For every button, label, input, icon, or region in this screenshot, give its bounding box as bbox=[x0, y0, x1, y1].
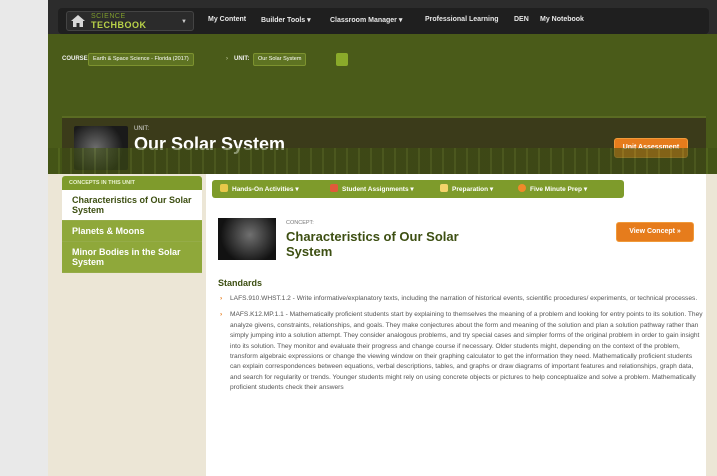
nav-my-content[interactable]: My Content bbox=[208, 16, 246, 23]
student-assignments-label: Student Assignments ▾ bbox=[342, 186, 414, 193]
standard-item: LAFS.910.WHST.1.2 - Write informative/ex… bbox=[218, 294, 704, 305]
concept-toolbar: Hands-On Activities ▾ Student Assignment… bbox=[212, 180, 624, 198]
nav-den[interactable]: DEN bbox=[514, 16, 529, 23]
nav-my-notebook[interactable]: My Notebook bbox=[540, 16, 584, 23]
standard-item: MAFS.K12.MP.1.1 - Mathematically profici… bbox=[218, 310, 704, 393]
home-icon bbox=[71, 15, 85, 27]
sidebar-item-characteristics[interactable]: Characteristics of Our Solar System bbox=[62, 190, 202, 221]
clock-icon bbox=[518, 184, 526, 192]
five-minute-prep-label: Five Minute Prep ▾ bbox=[530, 186, 588, 193]
content-area: CONCEPTS IN THIS UNIT Characteristics of… bbox=[48, 174, 717, 476]
chevron-down-icon: ▼ bbox=[181, 19, 187, 25]
logo-line-1: SCIENCE bbox=[91, 13, 126, 20]
hands-on-activities-label: Hands-On Activities ▾ bbox=[232, 186, 299, 193]
preparation-label: Preparation ▾ bbox=[452, 186, 494, 193]
standards-list: LAFS.910.WHST.1.2 - Write informative/ex… bbox=[218, 294, 704, 400]
student-assignments-menu[interactable]: Student Assignments ▾ bbox=[330, 184, 414, 193]
hands-on-activities-menu[interactable]: Hands-On Activities ▾ bbox=[220, 184, 299, 193]
sidebar-item-planets-moons[interactable]: Planets & Moons bbox=[62, 221, 202, 242]
breadcrumb-separator: › bbox=[226, 56, 228, 62]
app-frame: SCIENCE TECHBOOK ▼ My Content Builder To… bbox=[48, 0, 717, 476]
techbook-logo[interactable]: SCIENCE TECHBOOK ▼ bbox=[66, 11, 194, 31]
assignment-icon bbox=[330, 184, 338, 192]
breadcrumb-dropdown-button[interactable] bbox=[336, 53, 348, 66]
notepad-icon bbox=[440, 184, 448, 192]
nav-classroom-manager[interactable]: Classroom Manager ▾ bbox=[330, 16, 402, 24]
breadcrumb-unit[interactable]: Our Solar System bbox=[253, 53, 307, 66]
concept-title: Characteristics of Our Solar System bbox=[286, 229, 459, 259]
top-nav: SCIENCE TECHBOOK ▼ My Content Builder To… bbox=[58, 8, 709, 34]
concept-label: CONCEPT: bbox=[286, 220, 314, 226]
standards-heading: Standards bbox=[218, 278, 263, 288]
breadcrumb-course[interactable]: Earth & Space Science - Florida (2017) bbox=[88, 53, 194, 66]
sidebar-item-minor-bodies[interactable]: Minor Bodies in the Solar System bbox=[62, 242, 202, 273]
preparation-menu[interactable]: Preparation ▾ bbox=[440, 184, 493, 193]
nav-builder-tools[interactable]: Builder Tools ▾ bbox=[261, 16, 311, 24]
view-concept-button[interactable]: View Concept » bbox=[616, 222, 694, 242]
concept-thumbnail bbox=[218, 218, 276, 260]
concept-panel: Hands-On Activities ▾ Student Assignment… bbox=[206, 174, 706, 476]
nav-professional-learning[interactable]: Professional Learning bbox=[425, 16, 499, 23]
band-pattern bbox=[48, 148, 717, 174]
five-minute-prep-menu[interactable]: Five Minute Prep ▾ bbox=[518, 184, 587, 193]
logo-line-2: TECHBOOK bbox=[91, 20, 147, 30]
unit-header-band: COURSE: Earth & Space Science - Florida … bbox=[48, 34, 717, 180]
breadcrumb-unit-label: UNIT: bbox=[234, 56, 250, 62]
unit-label: UNIT: bbox=[134, 126, 149, 132]
flask-icon bbox=[220, 184, 228, 192]
sidebar-heading: CONCEPTS IN THIS UNIT bbox=[62, 176, 202, 190]
breadcrumb-course-label: COURSE: bbox=[62, 56, 90, 62]
concepts-sidebar: CONCEPTS IN THIS UNIT Characteristics of… bbox=[62, 176, 202, 476]
